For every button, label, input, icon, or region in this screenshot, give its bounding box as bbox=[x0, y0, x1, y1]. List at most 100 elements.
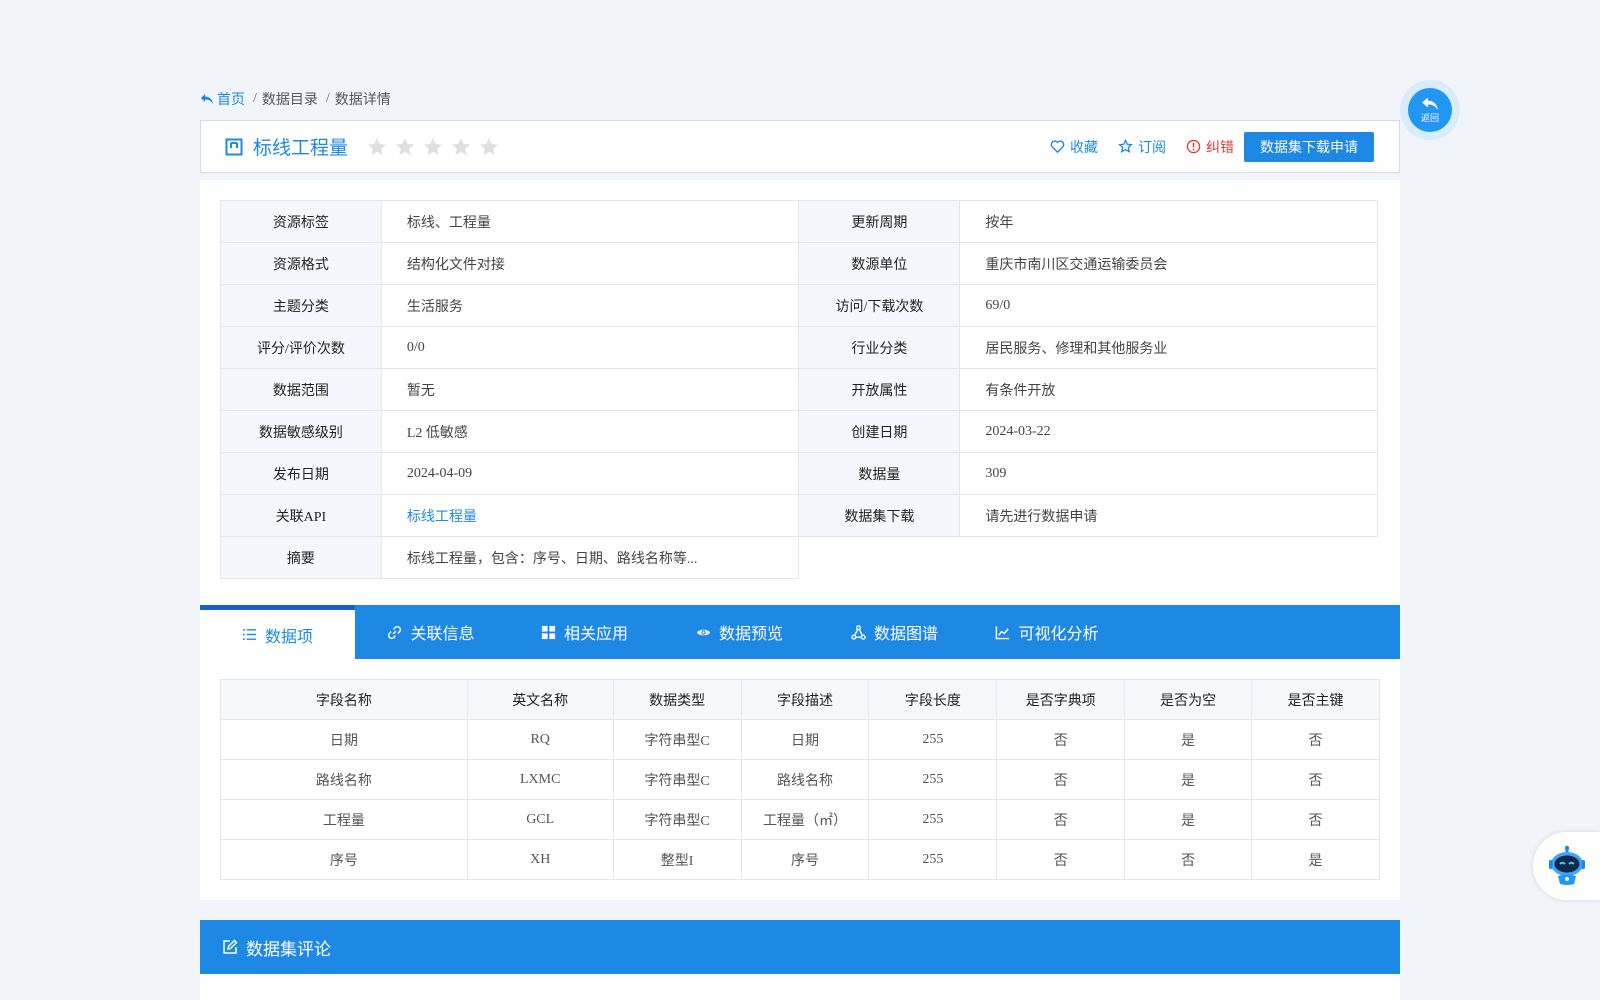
info-label: 发布日期 bbox=[220, 452, 382, 495]
subscribe-label: 订阅 bbox=[1138, 140, 1166, 156]
comments-body bbox=[200, 974, 1400, 1000]
info-value: 结构化文件对接 bbox=[380, 242, 800, 285]
line-chart-icon bbox=[996, 625, 1010, 639]
tab-data-items[interactable]: 数据项 bbox=[200, 605, 355, 659]
list-icon bbox=[242, 628, 257, 641]
rating-star-icon[interactable] bbox=[450, 136, 472, 158]
info-value: 标线、工程量 bbox=[380, 200, 800, 243]
info-label: 数据集下载 bbox=[798, 494, 961, 537]
rating-star-icon[interactable] bbox=[394, 136, 416, 158]
info-value: L2 低敏感 bbox=[380, 410, 800, 453]
info-value: 请先进行数据申请 bbox=[959, 494, 1378, 537]
report-error-label: 纠错 bbox=[1206, 140, 1234, 156]
table-row: 日期 RQ 字符串型C 日期 255 否 是 否 bbox=[220, 719, 1380, 760]
table-cell: 字符串型C bbox=[612, 719, 742, 760]
breadcrumb-separator: / bbox=[325, 91, 330, 106]
column-header: 是否为空 bbox=[1124, 679, 1253, 720]
tab-data-preview[interactable]: 数据预览 bbox=[662, 605, 817, 659]
report-error-button[interactable]: 纠错 bbox=[1186, 137, 1234, 157]
rating-star-icon[interactable] bbox=[422, 136, 444, 158]
ai-assistant-button[interactable] bbox=[1533, 832, 1600, 900]
table-cell: 工程量 bbox=[220, 799, 468, 840]
tab-related-info[interactable]: 关联信息 bbox=[355, 605, 507, 659]
info-value: 有条件开放 bbox=[959, 368, 1378, 411]
tab-label: 关联信息 bbox=[410, 626, 475, 643]
info-label: 关联API bbox=[220, 494, 382, 537]
breadcrumb-catalog[interactable]: 数据目录 bbox=[262, 89, 318, 109]
table-cell: 否 bbox=[1251, 799, 1380, 840]
reply-arrow-icon bbox=[201, 94, 213, 104]
table-cell: 是 bbox=[1251, 839, 1380, 880]
table-cell: 是 bbox=[1124, 799, 1253, 840]
table-cell: XH bbox=[466, 839, 614, 880]
dataset-title: 标线工程量 bbox=[253, 138, 349, 159]
subscribe-button[interactable]: 订阅 bbox=[1118, 137, 1166, 157]
empty-cell bbox=[798, 536, 1378, 579]
table-cell: 否 bbox=[996, 719, 1126, 760]
table-cell: 序号 bbox=[220, 839, 468, 880]
table-cell: 字符串型C bbox=[612, 799, 742, 840]
table-cell: 否 bbox=[996, 759, 1126, 800]
dataset-title-bar: 标线工程量 收藏 订阅 纠错 数据集下载申请 bbox=[200, 120, 1400, 173]
info-row: 关联API 标线工程量 数据集下载 请先进行数据申请 bbox=[220, 494, 1378, 537]
rating-star-icon[interactable] bbox=[366, 136, 388, 158]
tab-data-graph[interactable]: 数据图谱 bbox=[817, 605, 972, 659]
table-row: 序号 XH 整型I 序号 255 否 否 是 bbox=[220, 839, 1380, 880]
table-cell: 是 bbox=[1124, 759, 1253, 800]
info-label: 资源格式 bbox=[220, 242, 382, 285]
back-button[interactable]: 返回 bbox=[1400, 80, 1460, 140]
comments-header: 数据集评论 bbox=[200, 920, 1400, 974]
table-cell: GCL bbox=[466, 799, 614, 840]
info-value: 309 bbox=[959, 452, 1378, 495]
table-cell: 日期 bbox=[740, 719, 870, 760]
favorite-button[interactable]: 收藏 bbox=[1050, 137, 1098, 157]
info-label: 数源单位 bbox=[798, 242, 961, 285]
column-header: 字段长度 bbox=[868, 679, 998, 720]
info-value: 暂无 bbox=[380, 368, 800, 411]
tab-visual-analysis[interactable]: 可视化分析 bbox=[972, 605, 1122, 659]
back-button-inner[interactable]: 返回 bbox=[1408, 88, 1452, 132]
info-label: 资源标签 bbox=[220, 200, 382, 243]
grid-icon bbox=[541, 625, 556, 639]
info-value: 标线工程量，包含：序号、日期、路线名称等... bbox=[380, 536, 800, 579]
data-items-panel: 字段名称 英文名称 数据类型 字段描述 字段长度 是否字典项 是否为空 是否主键… bbox=[200, 659, 1400, 900]
tab-label: 数据图谱 bbox=[873, 626, 938, 643]
info-label: 数据范围 bbox=[220, 368, 382, 411]
info-label: 行业分类 bbox=[798, 326, 961, 369]
info-value: 69/0 bbox=[959, 284, 1378, 327]
rating-star-icon[interactable] bbox=[478, 136, 500, 158]
info-value: 2024-03-22 bbox=[959, 410, 1378, 453]
breadcrumb-home[interactable]: 首页 bbox=[200, 89, 245, 109]
table-cell: 否 bbox=[1251, 759, 1380, 800]
download-apply-button[interactable]: 数据集下载申请 bbox=[1244, 131, 1374, 162]
info-label: 数据量 bbox=[798, 452, 961, 495]
table-cell: 工程量（㎡） bbox=[740, 799, 870, 840]
breadcrumb-home-label: 首页 bbox=[217, 93, 245, 108]
column-header: 字段描述 bbox=[740, 679, 870, 720]
breadcrumb: 首页 / 数据目录 / 数据详情 bbox=[200, 89, 391, 109]
back-button-label: 返回 bbox=[1420, 112, 1439, 123]
return-arrow-icon bbox=[1422, 97, 1438, 110]
alert-circle-icon bbox=[1186, 139, 1201, 154]
info-value: 重庆市南川区交通运输委员会 bbox=[959, 242, 1378, 285]
info-value: 居民服务、修理和其他服务业 bbox=[959, 326, 1378, 369]
info-row: 资源标签 标线、工程量 更新周期 按年 bbox=[220, 200, 1378, 243]
info-row: 资源格式 结构化文件对接 数源单位 重庆市南川区交通运输委员会 bbox=[220, 242, 1378, 285]
dataset-icon bbox=[225, 138, 243, 155]
related-api-link[interactable]: 标线工程量 bbox=[407, 510, 477, 525]
star-rating[interactable] bbox=[366, 136, 500, 158]
table-cell: 是 bbox=[1124, 719, 1253, 760]
fields-table: 字段名称 英文名称 数据类型 字段描述 字段长度 是否字典项 是否为空 是否主键… bbox=[220, 679, 1380, 880]
tab-label: 相关应用 bbox=[563, 626, 628, 643]
table-cell: 序号 bbox=[740, 839, 870, 880]
table-cell: 日期 bbox=[220, 719, 468, 760]
info-label: 创建日期 bbox=[798, 410, 961, 453]
info-value: 生活服务 bbox=[380, 284, 800, 327]
info-row: 数据敏感级别 L2 低敏感 创建日期 2024-03-22 bbox=[220, 410, 1378, 453]
info-label: 访问/下载次数 bbox=[798, 284, 961, 327]
info-label: 更新周期 bbox=[798, 200, 961, 243]
info-row: 摘要 标线工程量，包含：序号、日期、路线名称等... bbox=[220, 536, 1378, 579]
column-header: 是否主键 bbox=[1251, 679, 1380, 720]
robot-icon bbox=[1548, 845, 1585, 885]
tab-related-apps[interactable]: 相关应用 bbox=[507, 605, 662, 659]
